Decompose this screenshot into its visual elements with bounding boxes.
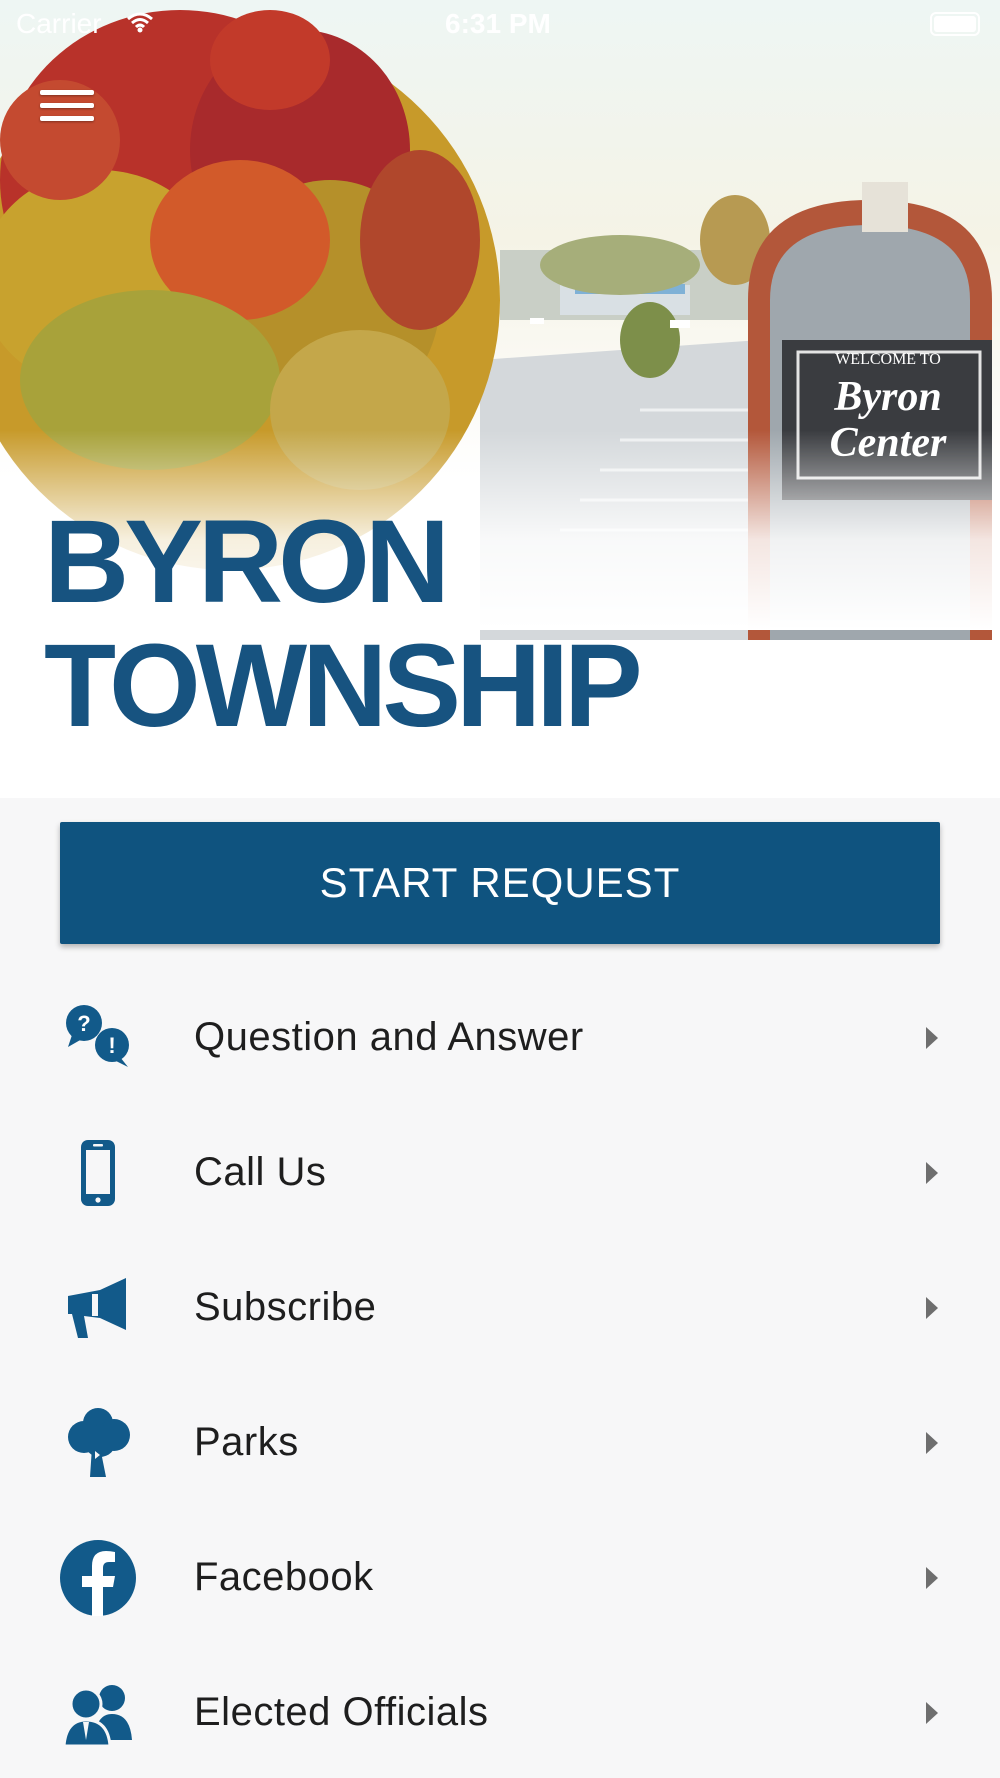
svg-text:?: ? (77, 1011, 90, 1036)
phone-icon (56, 1131, 140, 1215)
menu-item-label: Parks (194, 1420, 299, 1464)
menu-item-question-answer[interactable]: ? ! Question and Answer (0, 970, 1000, 1105)
megaphone-icon (56, 1266, 140, 1350)
chevron-right-icon (926, 1701, 938, 1724)
menu-item-label: Question and Answer (194, 1015, 584, 1059)
status-time: 6:31 PM (445, 8, 551, 39)
svg-text:!: ! (108, 1033, 115, 1058)
sign-welcome-text: WELCOME TO (835, 351, 941, 368)
page-title: BYRON TOWNSHIP (44, 496, 643, 752)
title-line-2: TOWNSHIP (44, 620, 643, 752)
menu-item-facebook[interactable]: Facebook (0, 1510, 1000, 1645)
menu-item-label: Call Us (194, 1150, 327, 1194)
start-request-button[interactable]: START REQUEST (60, 822, 940, 944)
menu-item-subscribe[interactable]: Subscribe (0, 1240, 1000, 1375)
chevron-right-icon (926, 1161, 938, 1184)
hero-banner: WELCOME TO Byron Center Carrier (0, 0, 1000, 798)
chevron-right-icon (926, 1296, 938, 1319)
menu-item-label: Elected Officials (194, 1690, 489, 1734)
facebook-icon (56, 1536, 140, 1620)
chevron-right-icon (926, 1431, 938, 1454)
menu-item-parks[interactable]: Parks (0, 1375, 1000, 1510)
status-carrier: Carrier (16, 8, 102, 39)
chevron-right-icon (926, 1026, 938, 1049)
menu-item-elected-officials[interactable]: Elected Officials (0, 1645, 1000, 1778)
status-bar: Carrier 6:31 PM (0, 0, 1000, 50)
wifi-icon (126, 8, 154, 40)
menu-list: ? ! Question and Answer Call Us Subscrib… (0, 970, 1000, 1778)
menu-item-label: Subscribe (194, 1285, 377, 1329)
hamburger-menu-button[interactable] (40, 90, 94, 136)
chevron-right-icon (926, 1566, 938, 1589)
title-line-1: BYRON (44, 496, 450, 628)
menu-item-call-us[interactable]: Call Us (0, 1105, 1000, 1240)
officials-icon (56, 1671, 140, 1755)
sign-byron-text: Byron (833, 374, 941, 420)
battery-icon (930, 12, 980, 36)
question-answer-icon: ? ! (56, 996, 140, 1080)
tree-icon (56, 1401, 140, 1485)
menu-item-label: Facebook (194, 1555, 374, 1599)
